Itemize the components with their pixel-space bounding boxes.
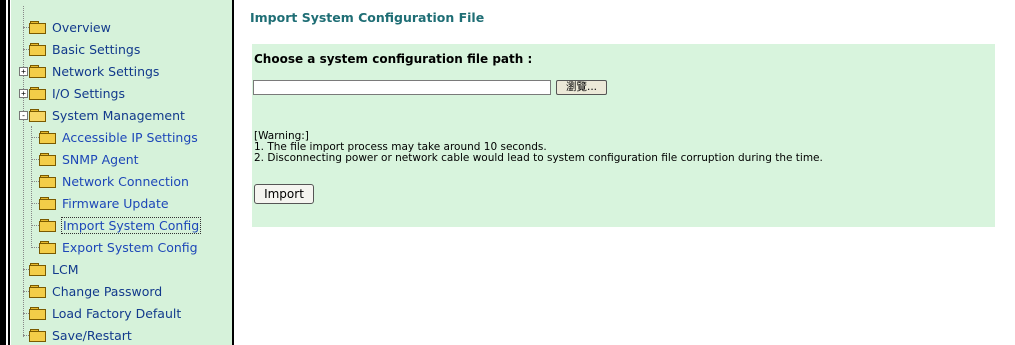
sidebar-item-overview[interactable]: Overview [29,17,112,37]
sidebar-item-save-restart[interactable]: Save/Restart [29,325,133,345]
sidebar-item-label: I/O Settings [52,85,125,101]
sidebar-item-label: LCM [52,261,79,277]
frame-border [0,0,6,345]
sidebar-item-label: Import System Config [61,216,202,234]
frame-divider [232,0,234,345]
folder-icon [29,43,46,56]
sidebar-item-label: SNMP Agent [62,151,139,167]
folder-icon [29,329,46,342]
file-path-input[interactable] [253,80,551,95]
warning-line: 2. Disconnecting power or network cable … [254,152,823,164]
expand-plus-icon[interactable]: + [19,89,28,98]
sidebar-item-network-settings[interactable]: Network Settings [29,61,160,81]
page-title: Import System Configuration File [250,10,485,25]
sidebar-item-label: Overview [52,19,111,35]
sidebar-item-label: Network Connection [62,173,189,189]
import-button[interactable]: Import [254,184,314,204]
tree-line [23,6,24,337]
tree-line [31,181,39,182]
sidebar-item-label: Basic Settings [52,41,141,57]
sidebar-item-label: Network Settings [52,63,160,79]
sidebar-item-label: Load Factory Default [52,305,182,321]
sidebar-item-change-password[interactable]: Change Password [29,281,163,301]
folder-icon [29,21,46,34]
folder-icon [39,131,56,144]
collapse-minus-icon[interactable]: - [19,111,28,120]
main-content: Import System Configuration File Choose … [236,0,1015,345]
folder-icon [29,87,46,100]
open-folder-icon [29,109,46,122]
folder-icon [39,219,56,232]
sidebar-item-label: Accessible IP Settings [62,129,198,145]
sidebar-item-io-settings[interactable]: I/O Settings [29,83,126,103]
tree-line [31,126,32,246]
folder-icon [39,175,56,188]
tree-line [31,225,39,226]
sidebar-item-label: Export System Config [62,239,198,255]
sidebar-item-firmware-update[interactable]: Firmware Update [39,193,170,213]
panel-heading: Choose a system configuration file path … [254,52,533,66]
import-panel: Choose a system configuration file path … [252,44,995,227]
sidebar-item-lcm[interactable]: LCM [29,259,79,279]
sidebar-item-basic-settings[interactable]: Basic Settings [29,39,141,59]
tree-line [31,159,39,160]
sidebar-item-accessible-ip-settings[interactable]: Accessible IP Settings [39,127,199,147]
sidebar-item-label: Save/Restart [52,327,132,343]
sidebar-item-label: Change Password [52,283,163,299]
browse-button[interactable]: 瀏覽... [556,80,607,95]
folder-icon [39,153,56,166]
sidebar: Overview Basic Settings + Network Settin… [11,0,232,345]
sidebar-item-load-factory-default[interactable]: Load Factory Default [29,303,182,323]
folder-icon [39,241,56,254]
sidebar-item-network-connection[interactable]: Network Connection [39,171,190,191]
expand-plus-icon[interactable]: + [19,67,28,76]
frame-border-inner [8,0,10,345]
sidebar-item-import-system-config[interactable]: Import System Config [39,215,202,235]
sidebar-item-snmp-agent[interactable]: SNMP Agent [39,149,140,169]
sidebar-item-export-system-config[interactable]: Export System Config [39,237,199,257]
tree-line [31,247,39,248]
tree-line [31,137,39,138]
folder-icon [29,263,46,276]
warning-text: [Warning:] 1. The file import process ma… [254,131,823,164]
folder-icon [39,197,56,210]
folder-icon [29,307,46,320]
folder-icon [29,65,46,78]
folder-icon [29,285,46,298]
tree-line [31,203,39,204]
sidebar-item-label: System Management [52,107,185,123]
sidebar-item-label: Firmware Update [62,195,169,211]
sidebar-item-system-management[interactable]: System Management [29,105,186,125]
